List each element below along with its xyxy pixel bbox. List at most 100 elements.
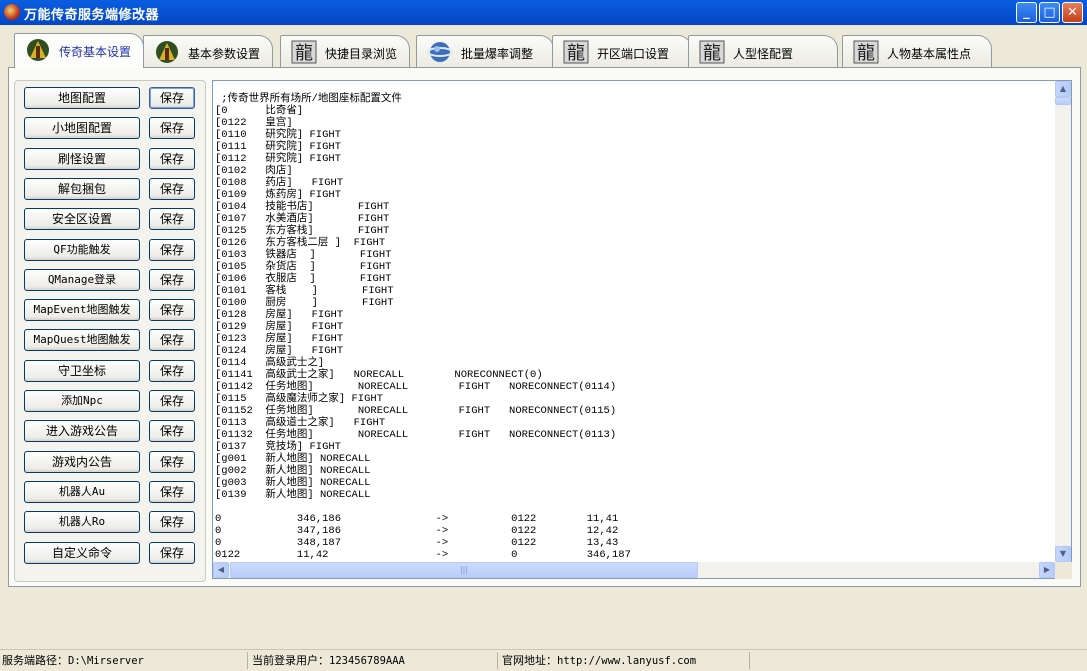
tab-batch-drop-rate[interactable]: 批量爆率调整 — [416, 35, 554, 67]
horizontal-scroll-thumb[interactable]: ||| — [230, 562, 698, 578]
tab-label: 开区端口设置 — [597, 47, 670, 61]
tab-character-attributes[interactable]: 龍 人物基本属性点 — [842, 35, 992, 67]
config-button[interactable]: 小地图配置 — [24, 117, 140, 139]
arrow-left-icon: ◀ — [217, 565, 225, 574]
save-button[interactable]: 保存 — [149, 178, 195, 200]
dragon-char-icon: 龍 — [699, 40, 725, 64]
editor-line: 0 346,186 -> 0122 11,41 — [215, 513, 619, 525]
status-official-site: 官网地址：http://www.lanyusf.com — [500, 652, 750, 669]
tab-legend-basic-settings[interactable]: 传奇基本设置 — [14, 33, 144, 68]
svg-text:龍: 龍 — [295, 43, 313, 64]
close-icon: ✕ — [1067, 5, 1078, 20]
dragon-char-icon: 龍 — [563, 40, 589, 64]
save-button[interactable]: 保存 — [149, 269, 195, 291]
save-button[interactable]: 保存 — [149, 451, 195, 473]
tab-server-port-settings[interactable]: 龍 开区端口设置 — [552, 35, 692, 67]
config-button[interactable]: 添加Npc — [24, 390, 140, 412]
editor-line: [0 比奇省] — [215, 105, 304, 117]
svg-text:龍: 龍 — [857, 43, 875, 64]
close-button[interactable]: ✕ — [1062, 2, 1083, 23]
maximize-icon: □ — [1043, 5, 1056, 20]
minimize-icon: _ — [1023, 5, 1030, 20]
status-server-path-value: D:\Mirserver — [68, 655, 144, 667]
editor-line: [0109 炼药房] FIGHT — [215, 189, 342, 201]
config-button[interactable]: 地图配置 — [24, 87, 140, 109]
status-site-label: 官网地址： — [502, 654, 557, 667]
tab-quick-dir-browse[interactable]: 龍 快捷目录浏览 — [280, 35, 410, 67]
editor-line: [0123 房屋] FIGHT — [215, 333, 344, 345]
editor-line: [0111 研究院] FIGHT — [215, 141, 342, 153]
editor-line: [0139 新人地图] NORECALL — [215, 489, 371, 501]
save-button[interactable]: 保存 — [149, 542, 195, 564]
editor-line: [0126 东方客栈二层 ] FIGHT — [215, 237, 386, 249]
tab-label: 传奇基本设置 — [59, 45, 132, 59]
save-button[interactable]: 保存 — [149, 299, 195, 321]
minimize-button[interactable]: _ — [1016, 2, 1037, 23]
editor-line: [01141 高级武士之家] NORECALL NORECONNECT(0) — [215, 369, 543, 381]
status-bar: 服务端路径：D:\Mirserver 当前登录用户：123456789AAA 官… — [0, 649, 1087, 671]
title-bar[interactable]: 万能传奇服务端修改器 _ □ ✕ — [0, 0, 1087, 25]
maximize-button[interactable]: □ — [1039, 2, 1060, 23]
scroll-left-button[interactable]: ◀ — [213, 562, 229, 578]
save-button[interactable]: 保存 — [149, 360, 195, 382]
save-button[interactable]: 保存 — [149, 148, 195, 170]
save-button[interactable]: 保存 — [149, 239, 195, 261]
editor-line: [0113 高级道士之家] FIGHT — [215, 417, 386, 429]
editor-line: [0128 房屋] FIGHT — [215, 309, 344, 321]
save-button[interactable]: 保存 — [149, 87, 195, 109]
save-button[interactable]: 保存 — [149, 117, 195, 139]
config-button[interactable]: 机器人Ro — [24, 511, 140, 533]
tab-basic-params[interactable]: 基本参数设置 — [143, 35, 273, 67]
config-button[interactable]: MapEvent地图触发 — [24, 299, 140, 321]
editor-line: [g002 新人地图] NORECALL — [215, 465, 371, 477]
tab-strip: 传奇基本设置 基本参数设置 龍 快捷目录浏览 批量爆率调整 龍 开区端口设置 龍… — [8, 33, 1083, 68]
editor-horizontal-scrollbar[interactable]: ◀ ||| ▶ — [212, 562, 1056, 579]
config-button[interactable]: 进入游戏公告 — [24, 420, 140, 442]
config-button[interactable]: 解包捆包 — [24, 178, 140, 200]
arrow-up-icon: ▲ — [1059, 84, 1067, 93]
status-user-label: 当前登录用户： — [252, 654, 329, 667]
config-button[interactable]: 机器人Au — [24, 481, 140, 503]
config-button[interactable]: QF功能触发 — [24, 239, 140, 261]
editor-line: [01142 任务地图] NORECALL FIGHT NORECONNECT(… — [215, 381, 617, 393]
config-button[interactable]: MapQuest地图触发 — [24, 329, 140, 351]
scrollbar-corner — [1055, 562, 1072, 579]
svg-text:龍: 龍 — [703, 43, 721, 64]
mir-warrior-icon — [27, 39, 49, 61]
config-text-editor[interactable]: ;传奇世界所有场所/地图座标配置文件 [0 比奇省] [0122 皇宫] [0110 … — [212, 80, 1056, 562]
scroll-up-button[interactable]: ▲ — [1055, 81, 1071, 97]
arrow-right-icon: ▶ — [1043, 565, 1051, 574]
config-button[interactable]: 游戏内公告 — [24, 451, 140, 473]
config-button[interactable]: 自定义命令 — [24, 542, 140, 564]
editor-line: 0 348,187 -> 0122 13,43 — [215, 537, 619, 549]
editor-line: [01152 任务地图] NORECALL FIGHT NORECONNECT(… — [215, 405, 617, 417]
scroll-down-button[interactable]: ▼ — [1055, 546, 1071, 562]
vertical-scroll-thumb[interactable] — [1055, 97, 1071, 105]
editor-line: [0103 铁器店 ] FIGHT — [215, 249, 392, 261]
mir-warrior-icon — [156, 41, 178, 63]
tab-label: 人物基本属性点 — [887, 47, 972, 61]
editor-vertical-scrollbar[interactable]: ▲ ▼ — [1055, 80, 1072, 562]
editor-line: [0110 研究院] FIGHT — [215, 129, 342, 141]
editor-line: [0108 药店] FIGHT — [215, 177, 344, 189]
save-button[interactable]: 保存 — [149, 481, 195, 503]
config-button[interactable]: 守卫坐标 — [24, 360, 140, 382]
editor-line: 0122 11,42 -> 0 346,187 — [215, 549, 631, 561]
save-button[interactable]: 保存 — [149, 208, 195, 230]
save-button[interactable]: 保存 — [149, 329, 195, 351]
tab-humanoid-monster[interactable]: 龍 人型怪配置 — [688, 35, 838, 67]
dragon-char-icon: 龍 — [853, 40, 879, 64]
config-button[interactable]: 安全区设置 — [24, 208, 140, 230]
config-button[interactable]: 刷怪设置 — [24, 148, 140, 170]
editor-line: [0124 房屋] FIGHT — [215, 345, 344, 357]
status-site-value[interactable]: http://www.lanyusf.com — [557, 655, 696, 667]
editor-line: [0114 高级武士之] — [215, 357, 325, 369]
save-button[interactable]: 保存 — [149, 511, 195, 533]
editor-line: [0137 竞技场] FIGHT — [215, 441, 342, 453]
editor-line: ;传奇世界所有场所/地图座标配置文件 — [215, 93, 402, 105]
config-button[interactable]: QManage登录 — [24, 269, 140, 291]
scroll-right-button[interactable]: ▶ — [1039, 562, 1055, 578]
editor-line: [01132 任务地图] NORECALL FIGHT NORECONNECT(… — [215, 429, 617, 441]
save-button[interactable]: 保存 — [149, 390, 195, 412]
save-button[interactable]: 保存 — [149, 420, 195, 442]
